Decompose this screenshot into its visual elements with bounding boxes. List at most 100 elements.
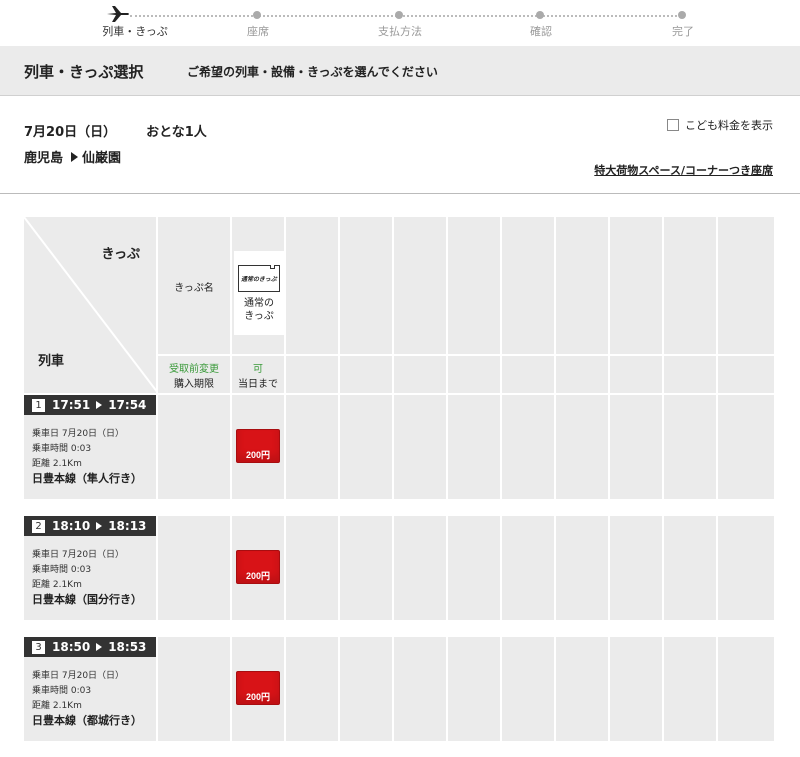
empty-column (340, 217, 394, 393)
empty-cell (610, 516, 664, 620)
child-fare-toggle[interactable]: こども料金を表示 (667, 117, 773, 133)
title-band: 列車・きっぷ選択 ご希望の列車・設備・きっぷを選んでください (0, 46, 800, 96)
ticket-notch (270, 265, 275, 269)
empty-cell (610, 395, 664, 499)
ticket-name-label: きっぷ名 (174, 283, 214, 294)
ride-distance: 距離 2.1Km (32, 701, 82, 711)
progress-line (130, 15, 685, 17)
empty-cell (286, 516, 340, 620)
empty-cell (340, 395, 394, 499)
step-dot (395, 11, 403, 19)
empty-cell (664, 395, 718, 499)
route-arrow-icon (71, 152, 79, 162)
arrow-icon (96, 643, 103, 651)
ticket-icon: 通常のきっぷ (238, 265, 280, 292)
empty-column (610, 217, 664, 393)
train-row: 2 18:10 18:13 乗車日 7月20日（日） 乗車時間 0:03 距離 2.… (24, 516, 774, 620)
arrival-time: 17:54 (108, 398, 147, 412)
empty-cell (158, 516, 232, 620)
empty-cell (286, 637, 340, 741)
page-subtitle: ご希望の列車・設備・きっぷを選んでください (187, 65, 438, 79)
departure-time: 18:10 (52, 519, 91, 533)
airplane-icon (107, 6, 129, 22)
progress-steps: 列車・きっぷ 座席 支払方法 確認 完了 (0, 0, 800, 46)
arrow-icon (96, 522, 103, 530)
ticket-card: 通常のきっぷ 通常の きっぷ (234, 251, 284, 335)
train-time-bar: 1 17:51 17:54 (24, 395, 156, 415)
price-button[interactable]: 200円 (236, 671, 280, 705)
departure-time: 17:51 (52, 398, 91, 412)
empty-cell (502, 516, 556, 620)
price-button[interactable]: 200円 (236, 429, 280, 463)
empty-cell (340, 516, 394, 620)
empty-cell (394, 516, 448, 620)
grid-corner: きっぷ 列車 (24, 217, 158, 393)
ride-duration: 乗車時間 0:03 (32, 686, 92, 696)
step-dot (253, 11, 261, 19)
empty-cell (394, 637, 448, 741)
empty-cell (556, 637, 610, 741)
empty-cell (340, 637, 394, 741)
arrival-time: 18:53 (108, 640, 147, 654)
trip-passengers: おとな1人 (146, 125, 207, 140)
ticket-name-line2: きっぷ (244, 311, 274, 322)
ride-date: 乗車日 7月20日（日） (32, 550, 125, 560)
header-row-labels: きっぷ名 受取前変更 購入期限 (158, 217, 232, 393)
step-label: 完了 (672, 25, 694, 38)
train-info: 3 18:50 18:53 乗車日 7月20日（日） 乗車時間 0:03 距離 2.… (24, 637, 158, 741)
empty-cell (610, 637, 664, 741)
arrow-icon (96, 401, 103, 409)
trip-route: 鹿児島 仙巌園 (24, 147, 121, 166)
price-cell: 200円 (232, 516, 286, 620)
empty-column (664, 217, 718, 393)
step-dot (536, 11, 544, 19)
train-time-bar: 2 18:10 18:13 (24, 516, 156, 536)
empty-column (448, 217, 502, 393)
destination-station: 仙巌園 (82, 151, 122, 166)
purchase-limit-label: 購入期限 (174, 379, 214, 390)
empty-cell (502, 395, 556, 499)
empty-cell (158, 637, 232, 741)
train-line-name: 日豊本線（国分行き） (32, 593, 142, 606)
origin-station: 鹿児島 (24, 151, 64, 166)
empty-cell (556, 516, 610, 620)
trip-date-line: 7月20日（日） おとな1人 (24, 121, 207, 140)
special-luggage-link[interactable]: 特大荷物スペース/コーナーつき座席 (594, 162, 773, 178)
ride-distance: 距離 2.1Km (32, 459, 82, 469)
change-before-pickup-label: 受取前変更 (169, 364, 219, 375)
empty-cell (556, 395, 610, 499)
empty-cell (502, 637, 556, 741)
price-cell: 200円 (232, 395, 286, 499)
step-label: 座席 (247, 25, 269, 38)
step-label: 支払方法 (378, 25, 422, 38)
train-info: 2 18:10 18:13 乗車日 7月20日（日） 乗車時間 0:03 距離 2.… (24, 516, 158, 620)
train-number: 3 (32, 640, 45, 654)
ticket-name-line1: 通常の (244, 298, 274, 309)
train-line-name: 日豊本線（隼人行き） (32, 472, 142, 485)
step-label: 列車・きっぷ (102, 25, 168, 38)
departure-time: 18:50 (52, 640, 91, 654)
ticket-grid: きっぷ 列車 きっぷ名 受取前変更 購入期限 通常のきっぷ 通常の きっぷ 可 (24, 217, 774, 741)
empty-cell (158, 395, 232, 499)
ride-distance: 距離 2.1Km (32, 580, 82, 590)
trip-info: 7月20日（日） おとな1人 鹿児島 仙巌園 こども料金を表示 特大荷物スペース/コ… (0, 96, 800, 194)
train-number: 2 (32, 519, 45, 533)
train-row: 3 18:50 18:53 乗車日 7月20日（日） 乗車時間 0:03 距離 2.… (24, 637, 774, 741)
purchase-limit-value: 当日まで (238, 379, 278, 390)
empty-cell (448, 637, 502, 741)
train-info: 1 17:51 17:54 乗車日 7月20日（日） 乗車時間 0:03 距離 2.… (24, 395, 158, 499)
page-title: 列車・きっぷ選択 (24, 63, 144, 81)
empty-column (502, 217, 556, 393)
ride-duration: 乗車時間 0:03 (32, 565, 92, 575)
ride-date: 乗車日 7月20日（日） (32, 429, 125, 439)
price-button[interactable]: 200円 (236, 550, 280, 584)
child-fare-label: こども料金を表示 (685, 119, 773, 132)
train-line-name: 日豊本線（都城行き） (32, 714, 142, 727)
ticket-icon-text: 通常のきっぷ (241, 276, 277, 283)
empty-column (394, 217, 448, 393)
corner-ticket-label: きっぷ (101, 247, 140, 262)
child-fare-checkbox[interactable] (667, 119, 679, 131)
empty-column (718, 217, 774, 393)
train-number: 1 (32, 398, 45, 412)
ride-duration: 乗車時間 0:03 (32, 444, 92, 454)
